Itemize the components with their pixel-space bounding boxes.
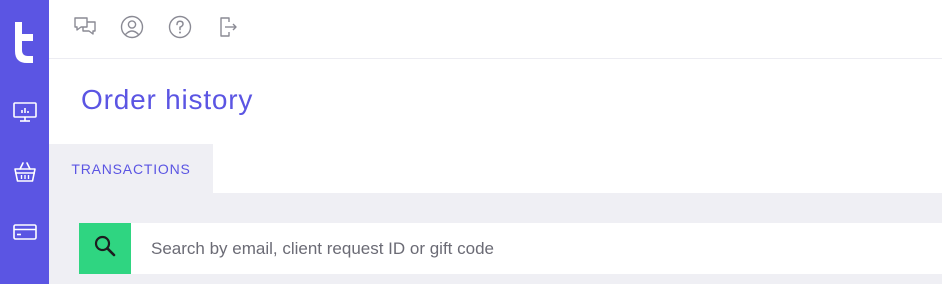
logout-button[interactable] [214,15,242,43]
tab-transactions[interactable]: TRANSACTIONS [49,144,213,193]
logout-icon [215,14,241,45]
search-bar [79,223,942,274]
page-title: Order history [81,84,254,115]
search-input[interactable] [131,223,942,274]
sidebar-item-cards[interactable] [0,212,49,256]
search-button[interactable] [79,223,131,274]
sidebar-item-dashboard[interactable] [0,92,49,136]
sidebar [0,0,49,284]
help-button[interactable] [166,15,194,43]
profile-button[interactable] [118,15,146,43]
messages-button[interactable] [71,15,99,43]
search-icon [92,233,118,264]
transactions-panel [49,193,942,284]
basket-icon [12,159,38,190]
card-icon [12,219,38,250]
sidebar-item-orders[interactable] [0,152,49,196]
tab-bar: TRANSACTIONS [49,144,942,193]
brand-logo[interactable] [9,20,39,64]
top-bar [49,0,942,59]
user-icon [119,14,145,45]
monitor-chart-icon [12,99,38,130]
chat-bubbles-icon [72,14,98,45]
help-icon [167,14,193,45]
